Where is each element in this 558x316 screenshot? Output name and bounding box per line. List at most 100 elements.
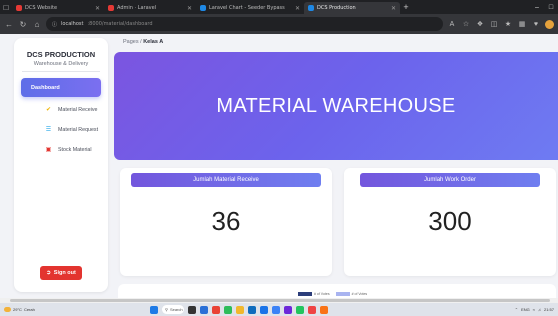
legend-swatch xyxy=(335,292,350,297)
browser-tab[interactable]: Admin · Laravel ✕ xyxy=(104,2,196,14)
extensions-icon[interactable]: ❖ xyxy=(475,20,485,28)
stat-card-header: Jumlah Work Order xyxy=(360,173,540,187)
file-explorer-icon[interactable] xyxy=(236,305,244,314)
app-icon[interactable] xyxy=(224,305,232,314)
volume-icon[interactable]: ♫ xyxy=(538,307,541,312)
taskbar-apps: ⚲ Search xyxy=(150,305,328,314)
breadcrumb-parent[interactable]: Pages xyxy=(123,39,139,45)
collections-icon[interactable]: ▦ xyxy=(517,20,527,28)
legend-swatch xyxy=(298,292,312,297)
vscode-icon[interactable] xyxy=(260,305,268,314)
taskbar-search[interactable]: ⚲ Search xyxy=(162,305,184,314)
sidebar-item-stock-material[interactable]: ▣ Stock Material xyxy=(45,146,92,154)
address-path: :8000/material/dashboard xyxy=(87,21,153,27)
chrome-icon[interactable] xyxy=(212,305,220,314)
app-icon[interactable] xyxy=(272,305,280,314)
restore-icon[interactable]: □ xyxy=(544,4,558,11)
tab-title: Laravel Chart - Seeder Bypass xyxy=(209,5,285,11)
browser-toolbar: ← ↻ ⌂ ⓘ localhost:8000/material/dashboar… xyxy=(0,14,558,34)
sign-out-label: Sign out xyxy=(53,270,76,276)
legend-label: # of Votes xyxy=(314,292,330,296)
tab-close-icon[interactable]: ✕ xyxy=(187,5,192,12)
tab-favicon-icon xyxy=(108,5,114,11)
breadcrumb-separator: / xyxy=(140,39,142,45)
legend-item[interactable]: # of Votes xyxy=(298,292,330,297)
store-icon[interactable] xyxy=(248,305,256,314)
sign-out-button[interactable]: ➲ Sign out xyxy=(40,266,82,280)
clock[interactable]: 21:57 xyxy=(544,307,554,312)
system-tray: ⌃ ENG ≈ ♫ 21:57 xyxy=(515,307,558,312)
brand: DCS PRODUCTION Warehouse & Delivery xyxy=(14,50,108,67)
tab-title: DCS Website xyxy=(25,5,58,11)
search-label: Search xyxy=(169,307,183,312)
stat-card-material-receive: Jumlah Material Receive 36 xyxy=(120,168,332,276)
tab-title: DCS Production xyxy=(317,5,356,11)
tray-language[interactable]: ENG xyxy=(521,307,530,312)
stat-card-work-order: Jumlah Work Order 300 xyxy=(344,168,556,276)
app-icon[interactable] xyxy=(320,305,328,314)
scrollbar-thumb[interactable] xyxy=(10,299,550,302)
stat-card-header: Jumlah Material Receive xyxy=(131,173,321,187)
sidebar-item-label: Dashboard xyxy=(31,84,60,91)
browser-tab[interactable]: Laravel Chart - Seeder Bypass ✕ xyxy=(196,2,304,14)
new-tab-icon[interactable]: + xyxy=(400,0,412,14)
chart-card: # of Votes # of Votes xyxy=(118,284,556,298)
weather-widget[interactable]: 29°C Cerah xyxy=(0,307,150,312)
divider xyxy=(22,71,100,72)
address-bar[interactable]: ⓘ localhost:8000/material/dashboard xyxy=(46,17,443,31)
weather-temp: 29°C xyxy=(13,307,22,312)
tab-close-icon[interactable]: ✕ xyxy=(95,5,100,12)
sidebar-item-material-receive[interactable]: ✔ Material Receive xyxy=(45,106,98,114)
start-icon[interactable] xyxy=(150,305,158,314)
heart-icon[interactable]: ♥ xyxy=(531,21,541,28)
refresh-icon[interactable]: ↻ xyxy=(18,20,28,29)
search-icon: ⚲ xyxy=(165,307,168,312)
favorites-icon[interactable]: ★ xyxy=(503,20,513,28)
breadcrumb: Pages / Kelas A xyxy=(123,39,163,45)
split-screen-icon[interactable]: ◫ xyxy=(489,20,499,28)
home-icon[interactable]: ⌂ xyxy=(32,20,42,29)
legend-item[interactable]: # of Votes xyxy=(335,292,368,297)
site-info-icon[interactable]: ⓘ xyxy=(52,21,57,28)
sidebar-item-label: Material Request xyxy=(58,126,99,133)
tab-favicon-icon xyxy=(308,5,314,11)
browser-tab[interactable]: DCS Website ✕ xyxy=(12,2,104,14)
tab-title: Admin · Laravel xyxy=(117,5,157,11)
weather-text: Cerah xyxy=(23,307,35,312)
hero-title: MATERIAL WAREHOUSE xyxy=(216,94,456,117)
tab-close-icon[interactable]: ✕ xyxy=(295,5,300,12)
read-aloud-icon[interactable]: A xyxy=(447,21,457,28)
list-icon: ☰ xyxy=(45,127,52,133)
stat-card-value: 36 xyxy=(211,206,241,236)
brand-subtitle: Warehouse & Delivery xyxy=(33,61,89,67)
brand-title: DCS PRODUCTION xyxy=(26,50,96,59)
check-icon: ✔ xyxy=(45,107,52,113)
tab-favicon-icon xyxy=(200,5,206,11)
hero-banner: MATERIAL WAREHOUSE xyxy=(114,52,558,160)
sidebar-item-dashboard[interactable]: Dashboard xyxy=(21,78,101,97)
address-host: localhost xyxy=(61,21,84,27)
sidebar-item-label: Material Receive xyxy=(58,106,98,113)
app-icon[interactable] xyxy=(284,305,292,314)
browser-tab-bar: □ DCS Website ✕ Admin · Laravel ✕ Larave… xyxy=(0,0,558,14)
tab-close-icon[interactable]: ✕ xyxy=(391,5,396,12)
window-menu-icon[interactable]: □ xyxy=(0,0,12,14)
box-icon: ▣ xyxy=(45,147,52,153)
edge-icon[interactable] xyxy=(200,305,208,314)
chevron-up-icon[interactable]: ⌃ xyxy=(515,307,518,312)
browser-tab-active[interactable]: DCS Production ✕ xyxy=(304,2,400,14)
wifi-icon[interactable]: ≈ xyxy=(533,307,535,312)
favorite-star-icon[interactable]: ☆ xyxy=(461,20,471,28)
breadcrumb-current: Kelas A xyxy=(143,39,164,45)
task-view-icon[interactable] xyxy=(188,305,196,314)
taskbar: 29°C Cerah ⚲ Search ⌃ ENG ≈ ♫ 21:57 xyxy=(0,303,558,316)
whatsapp-icon[interactable] xyxy=(296,305,304,314)
sidebar-item-material-request[interactable]: ☰ Material Request xyxy=(45,126,99,134)
sidebar-item-label: Stock Material xyxy=(58,146,92,153)
back-icon[interactable]: ← xyxy=(4,20,14,29)
app-icon[interactable] xyxy=(308,305,316,314)
sidebar: DCS PRODUCTION Warehouse & Delivery Dash… xyxy=(14,38,108,292)
legend-label: # of Votes xyxy=(351,292,368,296)
minimize-icon[interactable]: – xyxy=(530,4,544,11)
profile-avatar[interactable] xyxy=(545,19,554,29)
